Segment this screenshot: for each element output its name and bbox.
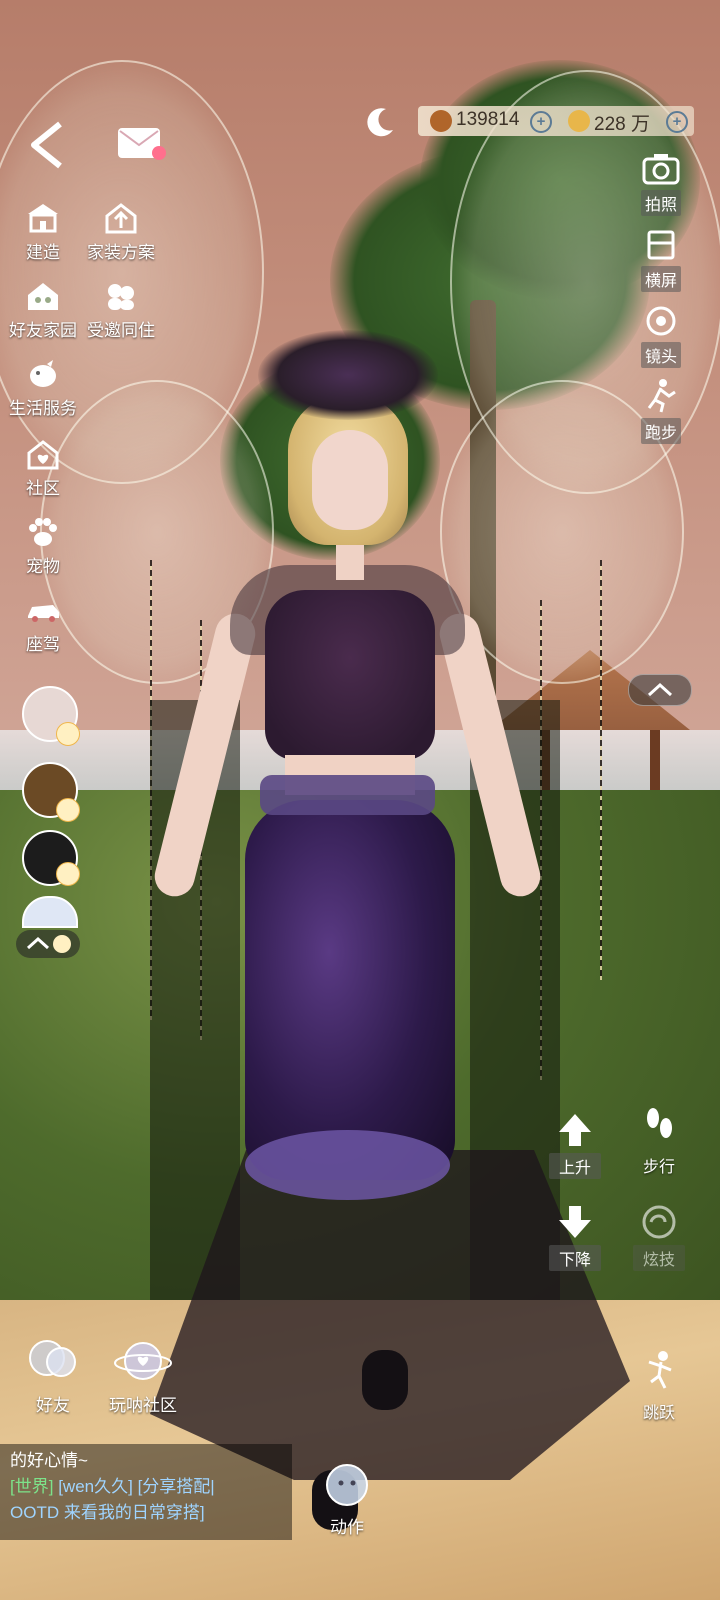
walk-button[interactable]: 步行 xyxy=(624,1102,694,1177)
add-currency-b-button[interactable]: + xyxy=(666,111,688,133)
menu-cohabit-label: 受邀同住 xyxy=(87,321,155,340)
shoe xyxy=(362,1350,408,1410)
house-upload-icon xyxy=(105,203,137,234)
bird-service-icon xyxy=(30,360,56,387)
acorn-icon xyxy=(430,110,452,132)
menu-life-service[interactable]: 生活服务 xyxy=(0,356,86,419)
face xyxy=(312,430,388,530)
night-mode-button[interactable] xyxy=(362,104,398,140)
emoji-badge-icon xyxy=(56,722,80,746)
beaded-belt xyxy=(260,775,435,815)
landscape-button[interactable]: 横屏 xyxy=(626,226,696,292)
jump-icon xyxy=(648,1351,672,1389)
bead-chain xyxy=(600,560,602,980)
jump-button[interactable]: 跳跃 xyxy=(624,1350,694,1423)
chat-share-link[interactable]: [分享搭配| xyxy=(138,1477,215,1496)
skirt-ruffle xyxy=(245,1130,450,1200)
collapse-friends-button[interactable] xyxy=(16,930,80,958)
lens-label: 镜头 xyxy=(640,342,681,368)
menu-community[interactable]: 社区 xyxy=(0,436,86,499)
arrow-down-icon xyxy=(559,1206,591,1238)
antler-crown xyxy=(258,330,438,420)
rotate-screen-icon xyxy=(647,230,675,260)
run-button[interactable]: 跑步 xyxy=(626,378,696,444)
action-label: 动作 xyxy=(330,1518,364,1537)
car-icon xyxy=(28,605,59,622)
run-label: 跑步 xyxy=(640,418,681,444)
back-arrow-icon xyxy=(31,121,62,169)
ascend-button[interactable]: 上升 xyxy=(540,1112,610,1179)
menu-vehicle[interactable]: 座驾 xyxy=(0,592,86,655)
currency-bar: 139814 + 228 万 + xyxy=(418,106,694,136)
moon-icon xyxy=(367,108,393,137)
heart-icon xyxy=(152,146,166,160)
chat-panel[interactable]: 的好心情~ [世界] [wen久久] [分享搭配| OOTD 来看我的日常穿搭] xyxy=(0,1444,292,1540)
building-icon xyxy=(28,204,58,233)
footprints-icon xyxy=(647,1108,672,1138)
skill-button[interactable]: 炫技 xyxy=(624,1204,694,1271)
friends-chat-icon xyxy=(29,1340,76,1377)
descend-label: 下降 xyxy=(548,1245,601,1271)
running-icon xyxy=(647,379,676,413)
chevron-up-icon xyxy=(26,935,71,953)
menu-life-service-label: 生活服务 xyxy=(9,399,77,418)
emoji-badge-icon xyxy=(56,798,80,822)
menu-cohabit[interactable]: 受邀同住 xyxy=(78,278,164,341)
menu-pet[interactable]: 宠物 xyxy=(0,514,86,577)
expand-up-button[interactable] xyxy=(628,674,692,706)
cohabit-icon xyxy=(108,284,134,310)
lens-icon xyxy=(646,306,676,336)
chat-line: OOTD 来看我的日常穿搭] xyxy=(10,1500,282,1526)
lens-button[interactable]: 镜头 xyxy=(626,302,696,368)
descend-button[interactable]: 下降 xyxy=(540,1204,610,1271)
camera-icon xyxy=(642,154,680,185)
menu-home-design-label: 家装方案 xyxy=(87,243,155,262)
swirl-icon xyxy=(642,1205,676,1239)
action-button[interactable]: 动作 xyxy=(302,1462,392,1538)
jump-label: 跳跃 xyxy=(642,1405,675,1422)
chat-line: 的好心情~ xyxy=(10,1448,282,1474)
arrow-up-icon xyxy=(559,1114,591,1146)
community-icon xyxy=(27,440,59,470)
chevron-up-icon xyxy=(647,682,673,697)
menu-build-label: 建造 xyxy=(26,243,60,262)
menu-friend-home-label: 好友家园 xyxy=(9,321,77,340)
action-emote-icon xyxy=(326,1464,368,1506)
chat-channel: [世界] xyxy=(10,1477,54,1496)
chat-share-link[interactable]: OOTD 来看我的日常穿搭] xyxy=(10,1503,205,1522)
currency-a-value: 139814 xyxy=(456,109,520,130)
friends-button[interactable]: 好友 xyxy=(8,1336,98,1416)
friends-label: 好友 xyxy=(36,1396,70,1415)
paw-icon xyxy=(29,518,57,546)
photo-button[interactable]: 拍照 xyxy=(626,150,696,216)
friends-home-icon xyxy=(28,283,58,310)
menu-build[interactable]: 建造 xyxy=(0,200,86,263)
walk-label: 步行 xyxy=(642,1159,675,1176)
coin-icon xyxy=(568,110,590,132)
chat-username[interactable]: [wen久久] xyxy=(58,1477,133,1496)
currency-b-value: 228 万 xyxy=(594,114,650,135)
photo-label: 拍照 xyxy=(640,190,681,216)
community-hub-button[interactable]: 玩呐社区 xyxy=(98,1336,188,1416)
planet-heart-icon xyxy=(114,1342,172,1380)
menu-vehicle-label: 座驾 xyxy=(26,635,60,654)
crop-top xyxy=(265,590,435,760)
landscape-label: 横屏 xyxy=(640,266,681,292)
back-button[interactable] xyxy=(26,120,70,170)
mail-button[interactable] xyxy=(118,128,166,164)
skill-label: 炫技 xyxy=(632,1245,685,1271)
menu-pet-label: 宠物 xyxy=(26,557,60,576)
satin-skirt xyxy=(245,800,455,1180)
menu-friend-home[interactable]: 好友家园 xyxy=(0,278,86,341)
menu-home-design[interactable]: 家装方案 xyxy=(78,200,164,263)
add-currency-a-button[interactable]: + xyxy=(530,111,552,133)
community-hub-label: 玩呐社区 xyxy=(109,1396,177,1415)
ascend-label: 上升 xyxy=(548,1153,601,1179)
menu-community-label: 社区 xyxy=(26,479,60,498)
chat-line: [世界] [wen久久] [分享搭配| xyxy=(10,1474,282,1500)
chat-text: 的好心情~ xyxy=(10,1451,88,1470)
emoji-badge-icon xyxy=(56,862,80,886)
